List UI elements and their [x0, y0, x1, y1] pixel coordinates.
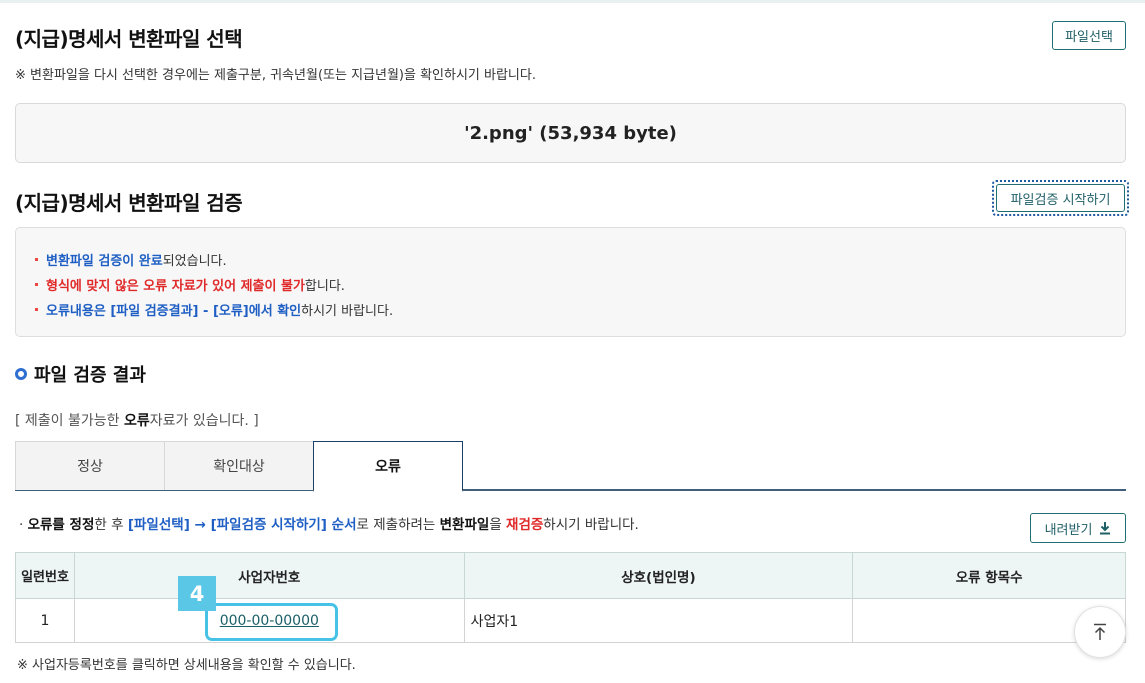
- verify-message-1: 변환파일 검증이 완료 되었습니다.: [35, 250, 227, 269]
- cell-name: 사업자1: [463, 598, 854, 643]
- instr-part: 한 후: [94, 517, 128, 533]
- bullet-icon: [35, 308, 38, 311]
- download-button[interactable]: 내려받기: [1030, 513, 1126, 543]
- col-header-biz-no: 사업자번호: [73, 552, 465, 599]
- result-summary-suffix: 자료가 있습니다. ]: [149, 413, 259, 429]
- instr-part: 을: [489, 517, 507, 533]
- selected-file-box: '2.png' (53,934 byte): [15, 103, 1126, 163]
- instr-part: 오류를 정정: [27, 517, 95, 533]
- tab-check-target[interactable]: 확인대상: [164, 441, 314, 490]
- verify-message-3-text: 하시기 바랍니다.: [301, 304, 394, 319]
- verify-message-box: 변환파일 검증이 완료 되었습니다. 형식에 맞지 않은 오류 자료가 있어 제출…: [15, 227, 1126, 337]
- bullet-icon: [35, 258, 38, 261]
- verify-message-1-highlight: 변환파일 검증이 완료: [46, 254, 163, 269]
- circle-bullet-icon: [15, 368, 27, 380]
- result-section-title-text: 파일 검증 결과: [34, 365, 146, 386]
- download-label: 내려받기: [1044, 522, 1093, 538]
- verify-message-2-highlight: 형식에 맞지 않은 오류 자료가 있어 제출이 불가: [46, 279, 305, 294]
- verify-message-3: 오류내용은 [파일 검증결과] - [오류]에서 확인 하시기 바랍니다.: [35, 300, 393, 319]
- verify-message-2: 형식에 맞지 않은 오류 자료가 있어 제출이 불가 합니다.: [35, 275, 345, 294]
- highlight-box: [205, 603, 338, 641]
- cell-seq: 1: [15, 598, 75, 643]
- download-icon: [1100, 522, 1111, 535]
- footnote: ※ 사업자등록번호를 클릭하면 상세내용을 확인할 수 있습니다.: [17, 658, 356, 673]
- tab-normal[interactable]: 정상: [15, 441, 165, 490]
- arrow-up-icon: [1094, 623, 1106, 640]
- select-note: ※ 변환파일을 다시 선택한 경우에는 제출구분, 귀속년월(또는 지급년월)을…: [15, 68, 536, 83]
- selected-file-info: '2.png' (53,934 byte): [464, 122, 677, 144]
- tab-error[interactable]: 오류: [313, 441, 463, 492]
- instr-part: 변환파일: [439, 517, 490, 533]
- verify-section-title: (지급)명세서 변환파일 검증: [15, 191, 243, 215]
- verify-message-2-text: 합니다.: [304, 279, 345, 294]
- verify-message-1-text: 되었습니다.: [162, 254, 227, 269]
- result-section-title: 파일 검증 결과: [15, 361, 146, 387]
- top-divider: [0, 0, 1145, 3]
- result-summary: [ 제출이 불가능한 오류자료가 있습니다. ]: [15, 410, 259, 430]
- file-select-button[interactable]: 파일선택: [1052, 21, 1126, 50]
- instr-part: 재검증: [506, 517, 544, 533]
- instr-part: 로 제출하려는: [356, 517, 440, 533]
- instr-part: ·: [19, 517, 28, 533]
- scroll-to-top-button[interactable]: [1074, 606, 1126, 658]
- col-header-error-count: 오류 항목수: [852, 552, 1126, 599]
- start-verify-button[interactable]: 파일검증 시작하기: [996, 184, 1125, 212]
- instr-part: 하시기 바랍니다.: [543, 517, 639, 533]
- bullet-icon: [35, 283, 38, 286]
- result-tabs: 정상 확인대상 오류: [15, 441, 1126, 492]
- step-badge: 4: [178, 576, 216, 611]
- col-header-seq: 일련번호: [15, 552, 75, 599]
- correction-instruction: · 오류를 정정한 후 [파일선택] → [파일검증 시작하기] 순서로 제출하…: [19, 513, 639, 533]
- col-header-name: 상호(법인명): [463, 552, 854, 599]
- result-summary-bold: 오류: [123, 413, 150, 429]
- select-section-title: (지급)명세서 변환파일 선택: [15, 27, 243, 51]
- verify-message-3-highlight: 오류내용은 [파일 검증결과] - [오류]에서 확인: [46, 304, 302, 319]
- result-summary-prefix: [ 제출이 불가능한: [15, 413, 124, 429]
- instr-part: [파일선택] → [파일검증 시작하기] 순서: [127, 517, 357, 533]
